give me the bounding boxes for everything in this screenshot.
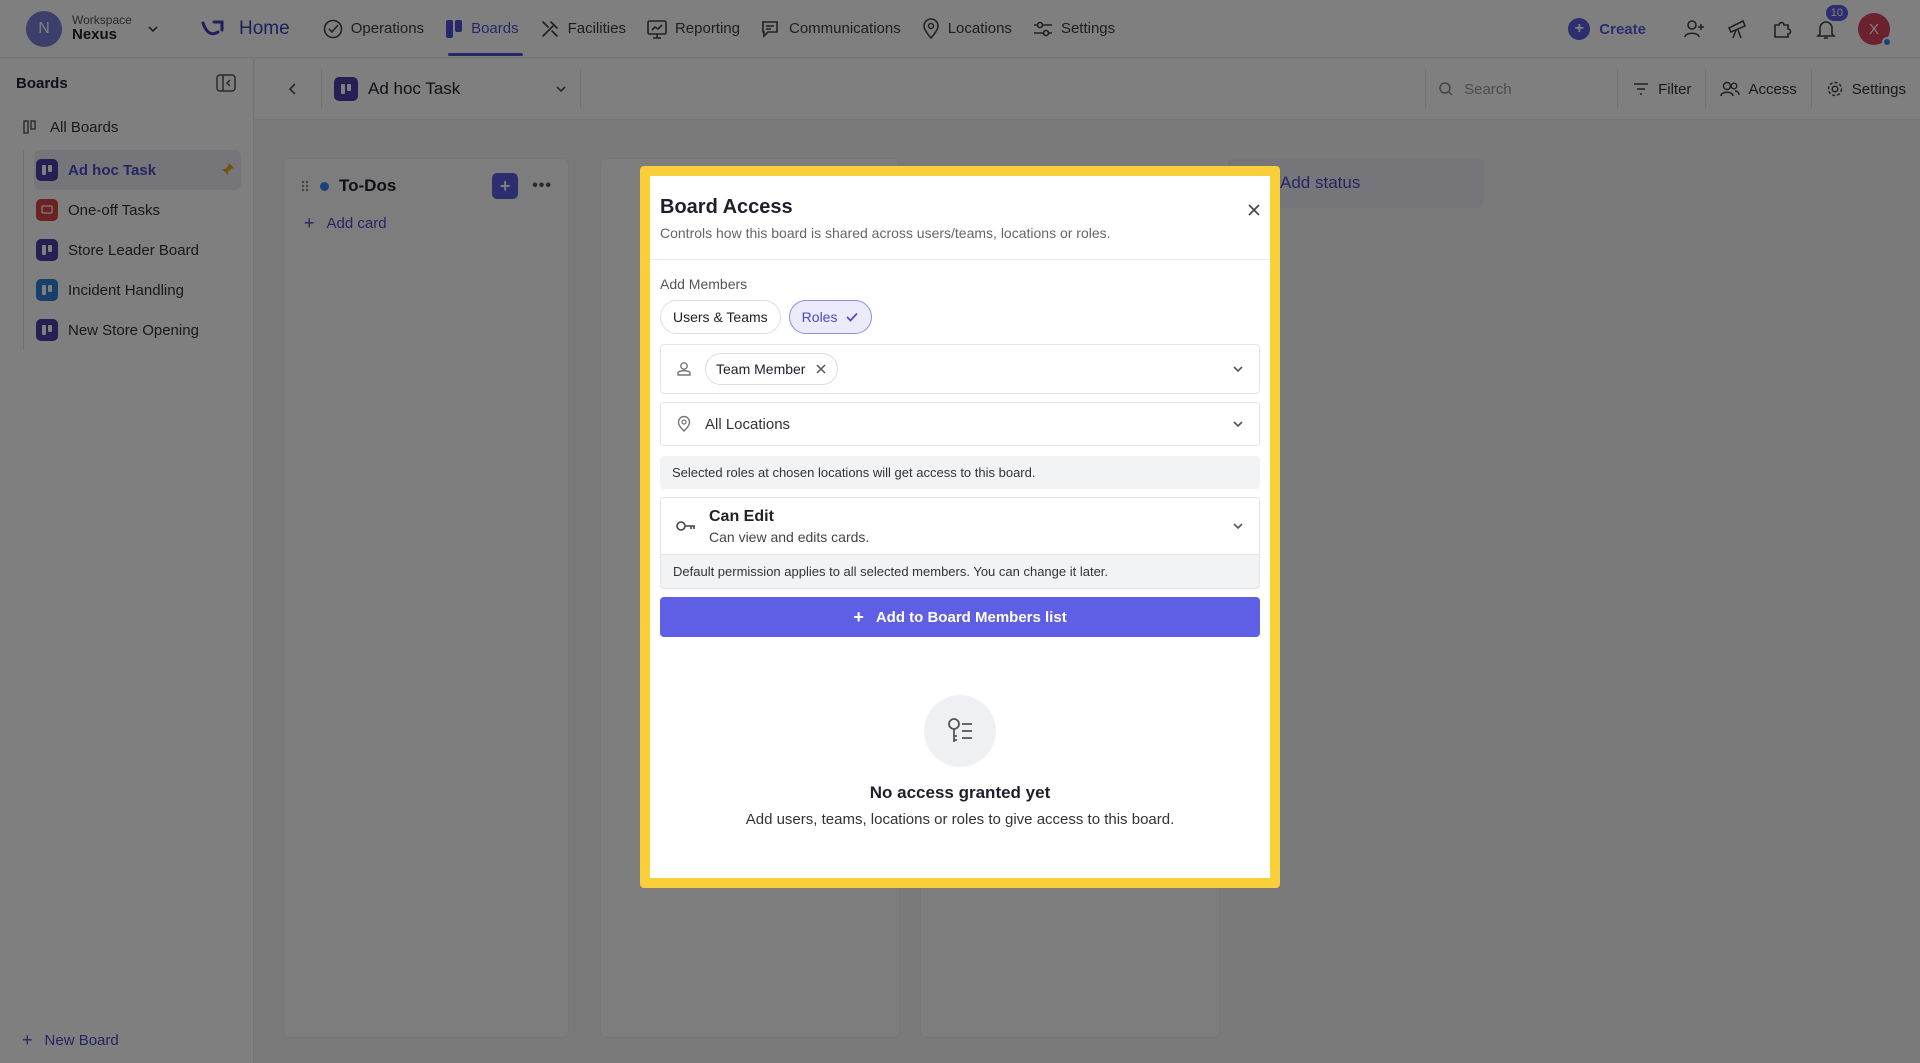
roles-hint: Selected roles at chosen locations will … — [660, 456, 1260, 489]
modal-header: Board Access Controls how this board is … — [650, 176, 1270, 260]
access-list-icon — [924, 695, 996, 767]
tab-users-teams[interactable]: Users & Teams — [660, 300, 781, 334]
add-members-label: Add Members — [660, 276, 748, 292]
chevron-down-icon — [1233, 421, 1243, 428]
modal-subtitle: Controls how this board is shared across… — [660, 225, 1111, 241]
tab-label: Users & Teams — [673, 309, 768, 325]
person-icon — [677, 362, 691, 376]
key-icon — [676, 521, 695, 531]
chevron-down-icon — [1233, 366, 1243, 373]
remove-chip-icon[interactable] — [815, 363, 827, 375]
permission-select[interactable]: Can Edit Can view and edits cards. — [660, 497, 1260, 555]
permission-hint: Default permission applies to all select… — [660, 555, 1260, 589]
modal-title: Board Access — [660, 196, 793, 218]
chevron-down-icon — [1233, 523, 1243, 530]
empty-state: No access granted yet Add users, teams, … — [660, 695, 1260, 828]
add-to-members-button[interactable]: + Add to Board Members list — [660, 597, 1260, 637]
permission-subtitle: Can view and edits cards. — [709, 528, 870, 545]
close-icon[interactable] — [1246, 202, 1262, 218]
permission-title: Can Edit — [709, 507, 774, 525]
tab-label: Roles — [801, 309, 838, 325]
plus-icon: + — [853, 606, 864, 627]
location-select[interactable]: All Locations — [660, 402, 1260, 446]
checkmark-icon — [846, 312, 859, 322]
empty-title: No access granted yet — [869, 783, 1051, 802]
member-type-tabs: Users & Teams Roles — [660, 300, 1260, 334]
permission-text: Can Edit Can view and edits cards. — [709, 508, 869, 545]
board-access-modal: Board Access Controls how this board is … — [650, 176, 1270, 878]
role-select[interactable]: Team Member — [660, 344, 1260, 394]
empty-subtitle: Add users, teams, locations or roles to … — [745, 811, 1175, 828]
tab-roles[interactable]: Roles — [788, 300, 873, 334]
role-chip-label: Team Member — [716, 361, 806, 377]
location-value: All Locations — [705, 415, 791, 433]
location-pin-icon — [677, 415, 691, 432]
modal-body: Add Members Users & Teams Roles Team Mem… — [650, 260, 1270, 828]
add-to-members-label: Add to Board Members list — [875, 608, 1067, 626]
modal-highlight-frame: Board Access Controls how this board is … — [640, 166, 1280, 888]
role-chip: Team Member — [705, 353, 839, 385]
